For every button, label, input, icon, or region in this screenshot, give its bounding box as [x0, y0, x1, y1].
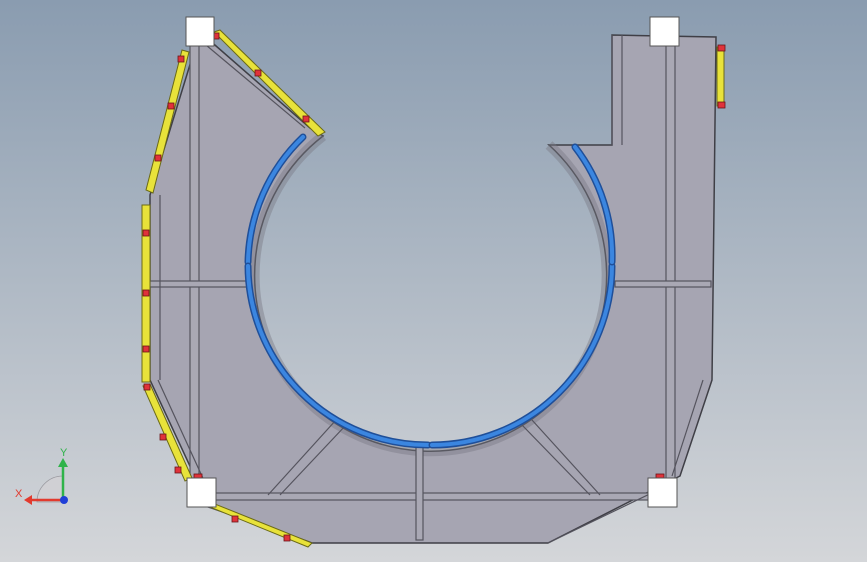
cad-viewport[interactable]: Y X — [0, 0, 867, 562]
right-post — [665, 44, 676, 486]
left-post — [189, 44, 200, 496]
x-axis-label: X — [15, 488, 23, 500]
bottom-vertical — [415, 444, 424, 541]
corner-block-bottom-right — [647, 477, 678, 508]
z-axis-dot — [60, 496, 68, 504]
corner-block-bottom-left — [186, 477, 217, 508]
bottom-beam — [204, 492, 666, 501]
guard-rail-right — [716, 46, 725, 107]
crossbar-right — [614, 280, 712, 288]
corner-block-top-right — [649, 16, 680, 47]
y-axis-label: Y — [60, 447, 68, 459]
corner-block-top-left — [185, 16, 215, 47]
crossbar-left — [149, 280, 251, 288]
model-canvas[interactable]: Y X — [0, 0, 867, 562]
